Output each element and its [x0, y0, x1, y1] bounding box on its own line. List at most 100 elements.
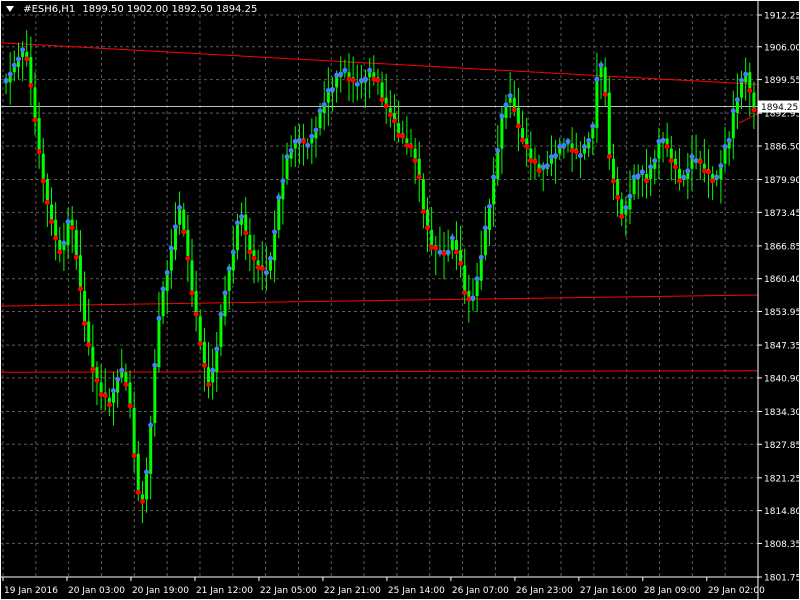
signal-dot — [648, 164, 654, 170]
candle-body — [430, 229, 434, 246]
signal-dot — [239, 214, 245, 220]
signal-dot — [697, 159, 703, 165]
signal-dot — [206, 381, 212, 387]
signal-dot — [561, 142, 567, 148]
x-tick-label: 21 Jan 12:00 — [196, 586, 253, 596]
signal-dot — [400, 133, 406, 139]
signal-dot — [722, 144, 728, 150]
signal-dot — [251, 255, 257, 261]
signal-dot — [412, 158, 418, 164]
signal-dot — [301, 138, 307, 144]
candle-body — [657, 143, 661, 159]
signal-dot — [627, 193, 633, 199]
signal-dot — [524, 144, 530, 150]
signal-dot — [433, 245, 439, 251]
signal-dot — [288, 148, 294, 154]
signal-dot — [544, 163, 550, 169]
signal-dot — [350, 77, 356, 83]
signal-dot — [652, 158, 658, 164]
candle-body — [549, 158, 553, 164]
signal-dot — [573, 149, 579, 155]
candle-body — [107, 397, 111, 403]
signal-dot — [391, 118, 397, 124]
signal-dot — [635, 173, 641, 179]
signal-dot — [40, 178, 46, 184]
signal-dot — [226, 266, 232, 272]
candle-body — [207, 367, 211, 383]
candle-body — [12, 67, 16, 73]
y-tick-label: 1808.35 — [764, 540, 800, 550]
signal-dot — [152, 362, 158, 368]
signal-dot — [313, 127, 319, 133]
signal-dot — [495, 148, 501, 154]
candle-body — [500, 117, 504, 149]
candle-body — [690, 158, 694, 169]
signal-dot — [499, 113, 505, 119]
signal-dot — [28, 82, 34, 88]
signal-dot — [65, 219, 71, 225]
signal-dot — [681, 174, 687, 180]
y-tick-label: 1847.35 — [764, 342, 800, 352]
signal-dot — [181, 229, 187, 235]
candle-body — [182, 209, 186, 230]
signal-dot — [110, 388, 116, 394]
signal-dot — [685, 168, 691, 174]
dropdown-triangle-icon[interactable] — [6, 6, 14, 12]
signal-dot — [383, 103, 389, 109]
signal-dot — [416, 174, 422, 180]
signal-dot — [482, 225, 488, 231]
signal-dot — [726, 137, 732, 143]
signal-dot — [160, 286, 166, 292]
candle-body — [186, 229, 190, 261]
candle-body — [450, 240, 454, 251]
candle-body — [347, 72, 351, 78]
candle-body — [632, 179, 636, 195]
signal-dot — [20, 47, 26, 53]
y-tick-label: 1866.85 — [764, 242, 800, 252]
candle-body — [293, 143, 297, 149]
signal-dot — [338, 71, 344, 77]
signal-dot — [705, 169, 711, 175]
candle-body — [595, 77, 599, 129]
candle-body — [723, 148, 727, 164]
signal-dot — [387, 112, 393, 118]
candle-body — [397, 123, 401, 134]
candle-body — [58, 240, 62, 251]
signal-dot — [610, 178, 616, 184]
candle-body — [248, 234, 252, 251]
signal-dot — [11, 62, 17, 68]
signal-dot — [342, 67, 348, 73]
signal-dot — [532, 159, 538, 165]
candle-body — [702, 163, 706, 169]
signal-dot — [623, 205, 629, 211]
candle-body — [620, 199, 624, 215]
candle-body — [711, 173, 715, 180]
price-chart[interactable]: 1912.251906.001899.551892.951886.501879.… — [0, 0, 800, 600]
candle-body — [62, 245, 66, 251]
signal-dot — [478, 254, 484, 260]
signal-dot — [44, 199, 50, 205]
signal-dot — [565, 138, 571, 144]
candle-body — [25, 51, 29, 57]
x-tick-label: 26 Jan 07:00 — [452, 586, 509, 596]
candle-body — [508, 97, 512, 103]
signal-dot — [553, 153, 559, 159]
y-tick-label: 1853.95 — [764, 308, 800, 318]
signal-dot — [49, 219, 55, 225]
candle-body — [388, 107, 392, 113]
candle-body — [570, 143, 574, 149]
signal-dot — [185, 255, 191, 261]
candle-body — [413, 148, 417, 159]
candle-body — [752, 92, 756, 108]
current-price-label: 1894.25 — [761, 103, 798, 113]
signal-dot — [677, 178, 683, 184]
signal-dot — [486, 203, 492, 209]
candle-body — [111, 392, 115, 403]
candle-body — [33, 87, 37, 118]
candle-body — [273, 229, 277, 261]
signal-dot — [123, 381, 129, 387]
candle-body — [256, 260, 260, 266]
signal-dot — [577, 153, 583, 159]
signal-dot — [309, 133, 315, 139]
signal-dot — [276, 194, 282, 200]
